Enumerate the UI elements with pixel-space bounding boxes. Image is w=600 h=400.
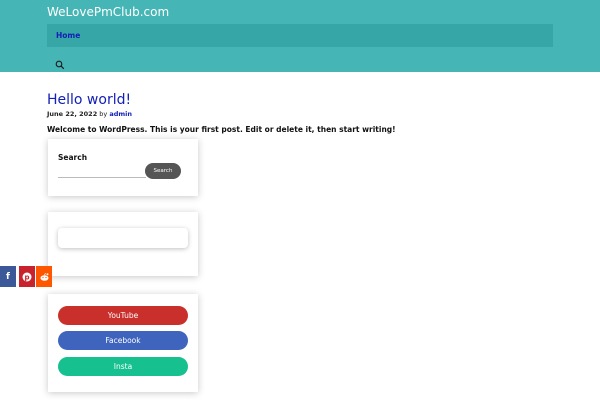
- share-reddit-icon[interactable]: r: [36, 266, 52, 287]
- facebook-button[interactable]: Facebook: [58, 331, 188, 350]
- search-input-underline: [58, 177, 146, 178]
- insta-button[interactable]: Insta: [58, 357, 188, 376]
- social-widget: YouTube Facebook Insta: [48, 294, 198, 392]
- post-meta: June 22, 2022 by admin: [47, 110, 132, 118]
- post-content: Welcome to WordPress. This is your first…: [47, 125, 396, 134]
- share-facebook-icon[interactable]: f: [0, 266, 16, 287]
- search-widget-title: Search: [58, 153, 88, 162]
- nav-home-link[interactable]: Home: [56, 31, 80, 40]
- search-input[interactable]: [58, 167, 146, 177]
- search-widget: Search Search: [48, 139, 198, 196]
- site-title[interactable]: WeLovePmClub.com: [47, 5, 169, 19]
- share-pinterest-glyph: p: [24, 273, 29, 281]
- post-by: by: [99, 110, 108, 118]
- post-date: June 22, 2022: [47, 110, 98, 118]
- post-title[interactable]: Hello world!: [47, 92, 131, 108]
- site-header: WeLovePmClub.com Home: [0, 0, 600, 72]
- post-author-link[interactable]: admin: [109, 110, 132, 118]
- share-pinterest-icon[interactable]: p: [19, 266, 35, 287]
- empty-widget-box: [58, 228, 188, 248]
- empty-widget: [48, 212, 198, 276]
- youtube-button[interactable]: YouTube: [58, 306, 188, 325]
- search-button[interactable]: Search: [145, 163, 181, 179]
- search-icon[interactable]: [55, 55, 65, 70]
- main-nav: Home: [47, 24, 553, 47]
